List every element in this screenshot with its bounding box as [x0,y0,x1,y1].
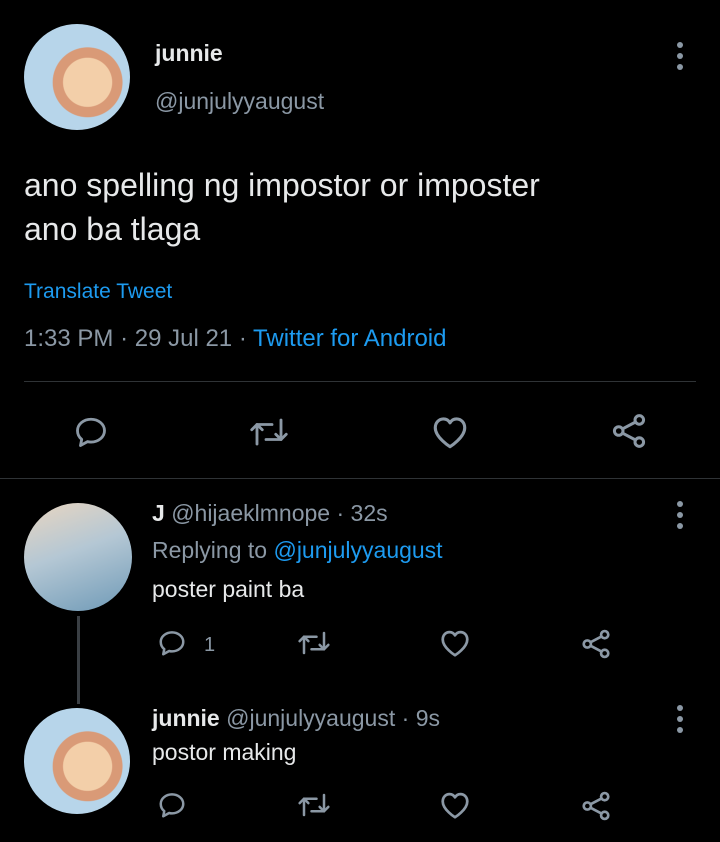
translate-tweet-link[interactable]: Translate Tweet [24,280,172,304]
author-handle[interactable]: @junjulyyaugust [155,88,324,115]
divider [24,381,696,382]
reply-age: 32s [350,500,388,526]
reply-icon[interactable] [72,414,110,450]
reply-avatar[interactable] [24,503,132,611]
thread-line [77,616,80,704]
author-avatar[interactable] [24,24,130,130]
like-icon[interactable] [438,790,472,820]
more-options-icon[interactable] [676,42,684,70]
reply-count: 1 [204,634,216,656]
divider [0,478,720,479]
reply-icon[interactable] [156,790,188,820]
retweet-icon[interactable] [296,628,332,658]
replying-to-handle[interactable]: @junjulyyaugust [273,537,442,563]
share-icon[interactable] [580,628,612,660]
reply-author-handle[interactable]: @hijaeklmnope [171,500,330,526]
replying-to-label: Replying to [152,537,268,563]
meta-separator: · [336,500,345,526]
tweet-text: ano spelling ng impostor or imposter ano… [24,163,540,251]
reply-avatar[interactable] [24,708,130,814]
meta-separator: · [120,325,129,352]
tweet-text-line: ano ba tlaga [24,211,201,247]
meta-separator: · [238,325,247,352]
retweet-icon[interactable] [296,790,332,820]
share-icon[interactable] [580,790,612,822]
like-icon[interactable] [430,414,470,450]
more-options-icon[interactable] [676,501,684,529]
replying-to: Replying to @junjulyyaugust [152,537,443,564]
reply-author-handle[interactable]: @junjulyyaugust [226,705,395,731]
reply-author-name[interactable]: junnie [152,705,220,731]
tweet-source-link[interactable]: Twitter for Android [253,325,446,352]
more-options-icon[interactable] [676,705,684,733]
reply-age: 9s [415,705,440,731]
reply-header: J @hijaeklmnope · 32s [152,500,388,527]
tweet-time: 1:33 PM [24,325,114,352]
like-icon[interactable] [438,628,472,658]
tweet-meta: 1:33 PM · 29 Jul 21 · Twitter for Androi… [24,325,446,353]
meta-separator: · [401,705,410,731]
tweet-date: 29 Jul 21 [134,325,233,352]
reply-header: junnie @junjulyyaugust · 9s [152,705,440,732]
retweet-icon[interactable] [248,414,290,450]
reply-text: poster paint ba [152,576,305,602]
reply-text: postor making [152,739,297,765]
tweet-text-line: ano spelling ng impostor or imposter [24,167,540,203]
share-icon[interactable] [610,412,648,450]
author-name[interactable]: junnie [155,40,223,67]
reply-icon[interactable] [156,628,188,658]
reply-author-name[interactable]: J [152,500,165,526]
